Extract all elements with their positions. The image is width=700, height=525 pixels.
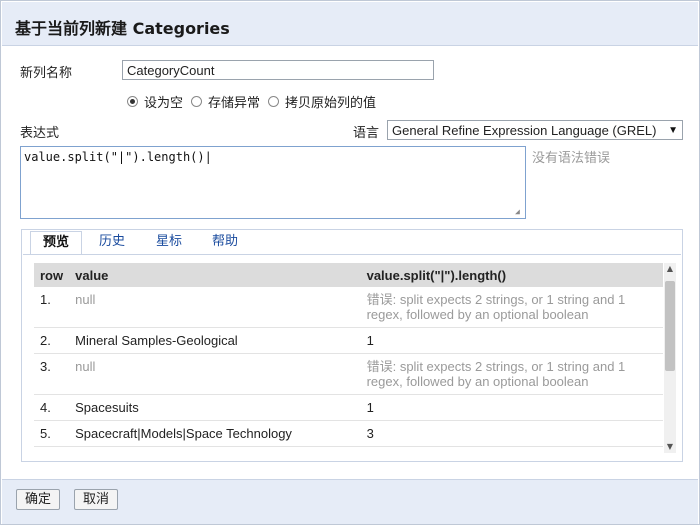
dialog-footer: 确定 取消 xyxy=(2,479,698,524)
row-number: 5. xyxy=(34,420,70,447)
cell-value: null xyxy=(69,353,361,395)
radio-label: 设为空 xyxy=(144,95,184,111)
language-label: 语言 xyxy=(353,126,380,141)
preview-table: row value value.split("|").length() 1. n… xyxy=(34,263,663,447)
preview-tab-body: row value value.split("|").length() 1. n… xyxy=(23,254,681,462)
scroll-down-arrow-icon[interactable]: ▼ xyxy=(664,441,676,453)
cell-result: 错误: split expects 2 strings, or 1 string… xyxy=(360,353,663,395)
text-cursor: | xyxy=(204,150,212,164)
column-header-result: value.split("|").length() xyxy=(360,263,663,287)
radio-label: 存储异常 xyxy=(208,95,261,111)
cancel-button[interactable]: 取消 xyxy=(74,489,119,510)
radio-label: 拷贝原始列的值 xyxy=(285,95,377,111)
language-select[interactable]: General Refine Expression Language (GREL… xyxy=(387,120,683,140)
cell-value: null xyxy=(69,287,361,328)
dialog-titlebar: 基于当前列新建 Categories xyxy=(2,2,698,46)
expression-label: 表达式 xyxy=(20,126,60,141)
new-column-name-label: 新列名称 xyxy=(20,66,73,81)
table-row: 3. null 错误: split expects 2 strings, or … xyxy=(34,353,663,395)
table-row: 1. null 错误: split expects 2 strings, or … xyxy=(34,287,663,328)
table-row: 5. Spacecraft|Models|Space Technology 3 xyxy=(34,420,663,447)
radio-button-icon[interactable] xyxy=(191,95,203,107)
on-error-radio-group: 设为空 存储异常 拷贝原始列的值 xyxy=(127,92,384,111)
language-select-value: General Refine Expression Language (GREL… xyxy=(392,122,657,138)
row-number: 3. xyxy=(34,353,70,395)
ok-button[interactable]: 确定 xyxy=(16,489,61,510)
syntax-status: 没有语法错误 xyxy=(532,151,611,166)
tab-preview[interactable]: 预览 xyxy=(30,231,83,255)
cell-result: 1 xyxy=(360,327,663,354)
radio-button-icon[interactable] xyxy=(127,95,138,107)
tab-help[interactable]: 帮助 xyxy=(200,231,250,253)
scroll-up-arrow-icon[interactable]: ▲ xyxy=(664,263,676,275)
new-column-name-input[interactable] xyxy=(122,60,434,80)
row-number: 4. xyxy=(34,394,70,421)
expression-textarea[interactable]: value.split("|").length()| ◢ xyxy=(20,146,526,219)
cell-value: Spacesuits xyxy=(69,394,361,421)
column-header-row: row xyxy=(34,263,70,287)
cell-result: 错误: split expects 2 strings, or 1 string… xyxy=(360,287,663,328)
preview-scrollbar[interactable]: ▲ ▼ xyxy=(664,263,676,453)
tab-starred[interactable]: 星标 xyxy=(144,231,194,253)
row-number: 1. xyxy=(34,287,70,328)
cell-value: Spacecraft|Models|Space Technology xyxy=(69,420,361,447)
tab-strip: 预览 历史 星标 帮助 xyxy=(23,231,681,255)
cell-value: Mineral Samples-Geological xyxy=(69,327,361,354)
preview-table-container: row value value.split("|").length() 1. n… xyxy=(34,263,663,453)
table-header-row: row value value.split("|").length() xyxy=(34,263,663,287)
table-row: 2. Mineral Samples-Geological 1 xyxy=(34,327,663,354)
resize-grip-icon[interactable]: ◢ xyxy=(515,208,523,216)
row-number: 2. xyxy=(34,327,70,354)
column-header-value: value xyxy=(69,263,361,287)
cell-result: 3 xyxy=(360,420,663,447)
radio-set-blank[interactable]: 设为空 xyxy=(127,92,183,111)
radio-store-error[interactable]: 存储异常 xyxy=(191,92,260,111)
expression-tabs-panel: 预览 历史 星标 帮助 row value value.split("|").l… xyxy=(21,229,683,462)
new-column-dialog: 基于当前列新建 Categories 新列名称 设为空 存储异常 拷贝原始列的值… xyxy=(0,0,700,525)
radio-button-icon[interactable] xyxy=(268,95,280,107)
expression-text: value.split("|").length() xyxy=(24,150,205,164)
table-row: 4. Spacesuits 1 xyxy=(34,394,663,421)
dialog-title: 基于当前列新建 Categories xyxy=(15,19,230,38)
tab-history[interactable]: 历史 xyxy=(87,231,137,253)
scrollbar-thumb[interactable] xyxy=(665,281,675,371)
chevron-down-icon[interactable]: ▼ xyxy=(668,125,678,136)
radio-copy-original[interactable]: 拷贝原始列的值 xyxy=(268,92,376,111)
cell-result: 1 xyxy=(360,394,663,421)
